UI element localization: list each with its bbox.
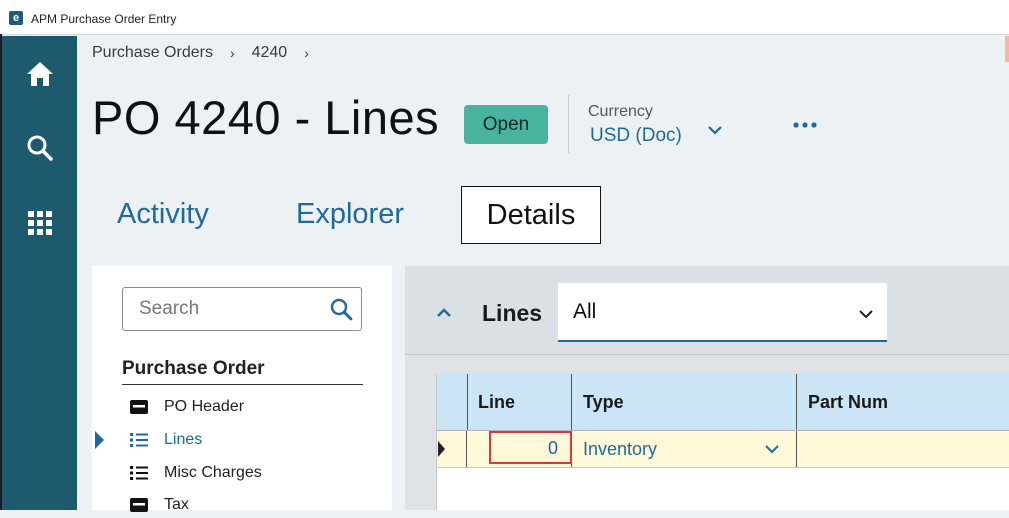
chevron-down-icon: [859, 310, 873, 319]
list-icon: [129, 463, 149, 483]
breadcrumb-separator: ›: [304, 45, 309, 61]
apps-button[interactable]: [24, 207, 56, 239]
tree-search[interactable]: [122, 287, 362, 331]
app-logo-icon: e: [9, 11, 23, 25]
filter-value: All: [573, 300, 597, 323]
tree-item-tax[interactable]: Tax: [129, 492, 189, 518]
search-rail-button[interactable]: [24, 132, 56, 164]
cell-type-value: Inventory: [583, 439, 658, 459]
page-title: PO 4240 - Lines: [92, 91, 440, 144]
cell-part-num[interactable]: [797, 431, 1009, 467]
breadcrumb-purchase-orders[interactable]: Purchase Orders: [92, 44, 213, 62]
header-divider: [568, 95, 569, 153]
row-selector[interactable]: [437, 431, 467, 467]
lines-filter-select[interactable]: All: [558, 283, 887, 342]
active-item-marker: [95, 431, 104, 449]
column-header-line[interactable]: Line: [467, 374, 572, 430]
lines-panel-header: Lines All: [405, 266, 1009, 355]
tree-item-misc-charges[interactable]: Misc Charges: [129, 460, 262, 486]
form-icon: [129, 397, 149, 417]
lines-panel-title: Lines: [482, 300, 543, 326]
tab-details[interactable]: Details: [461, 186, 601, 244]
section-divider: [122, 384, 363, 385]
column-header-part-num[interactable]: Part Num: [797, 374, 1009, 430]
tree-item-label: Tax: [164, 496, 189, 513]
tree-item-po-header[interactable]: PO Header: [129, 394, 244, 420]
tab-activity[interactable]: Activity: [117, 186, 209, 242]
currency-dropdown[interactable]: USD (Doc): [590, 125, 682, 147]
apps-grid-icon: [28, 211, 52, 235]
cell-type[interactable]: Inventory: [572, 431, 797, 467]
tree-panel: Purchase Order PO Header Lines Misc Char…: [92, 266, 392, 513]
tree-item-label: PO Header: [164, 398, 245, 415]
nav-rail: [2, 36, 77, 510]
tree-item-lines[interactable]: Lines: [129, 427, 202, 453]
form-icon: [129, 495, 149, 515]
column-header-type[interactable]: Type: [572, 374, 797, 430]
search-icon: [27, 135, 53, 161]
search-icon[interactable]: [329, 297, 353, 321]
section-title: Purchase Order: [122, 358, 265, 379]
tree-item-label: Misc Charges: [164, 464, 262, 481]
cell-line[interactable]: 0: [489, 431, 572, 464]
tree-item-label: Lines: [164, 431, 203, 448]
window-titlebar: e APM Purchase Order Entry: [0, 0, 1009, 35]
edge-indicator: [1005, 36, 1009, 62]
breadcrumb-po-number[interactable]: 4240: [252, 44, 288, 62]
home-button[interactable]: [24, 58, 56, 90]
chevron-up-icon[interactable]: [435, 304, 453, 322]
home-icon: [27, 62, 53, 86]
window-title: APM Purchase Order Entry: [31, 12, 177, 26]
status-badge: Open: [464, 105, 548, 144]
more-actions-button[interactable]: [790, 115, 822, 135]
row-header-column: [437, 374, 468, 430]
chevron-down-icon[interactable]: [764, 441, 780, 457]
tab-explorer[interactable]: Explorer: [296, 186, 404, 242]
search-input[interactable]: [137, 296, 321, 322]
more-dots-icon: [793, 122, 817, 128]
chevron-down-icon[interactable]: [706, 121, 724, 139]
currency-label: Currency: [588, 103, 653, 120]
breadcrumb-separator: ›: [229, 45, 235, 61]
lines-grid: Line Type Part Num 0 Inventory: [436, 374, 1009, 510]
table-row[interactable]: 0 Inventory: [437, 431, 1009, 468]
grid-header: Line Type Part Num: [437, 374, 1009, 431]
breadcrumb: Purchase Orders › 4240 ›: [92, 44, 326, 62]
list-icon: [129, 430, 149, 450]
